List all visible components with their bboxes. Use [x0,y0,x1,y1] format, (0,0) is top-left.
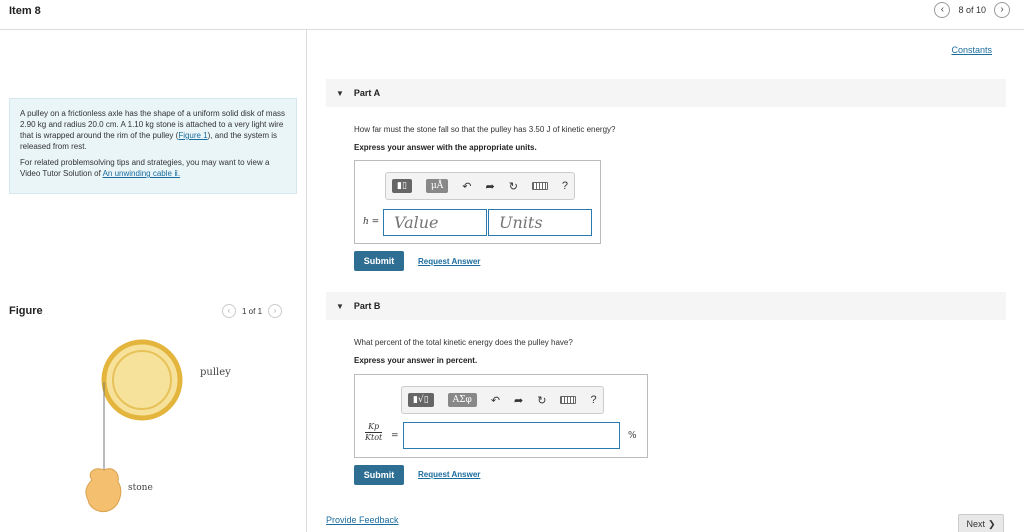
figure-page-count: 1 of 1 [242,306,263,316]
help-icon[interactable]: ? [590,394,596,406]
video-tutor-link[interactable]: An unwinding cable [103,169,172,178]
value-input[interactable] [383,209,487,236]
part-b-submit-button[interactable]: Submit [354,465,404,485]
collapse-caret-icon[interactable]: ▼ [336,89,344,98]
next-figure-button[interactable]: › [268,304,283,318]
problem-statement: A pulley on a frictionless axle has the … [9,98,297,194]
h-variable-label: h = [363,217,380,227]
percent-input[interactable] [403,422,620,449]
undo-icon[interactable]: ↶ [491,394,500,407]
pulley-inner-ring [112,350,172,410]
stone-shape [85,468,122,513]
collapse-caret-icon[interactable]: ▼ [336,302,344,311]
redo-icon[interactable]: ➦ [485,180,494,193]
prev-figure-button[interactable]: ‹ [222,304,236,318]
keyboard-icon[interactable] [560,396,577,404]
chevron-right-icon: ❯ [987,518,996,529]
next-button[interactable]: Next ❯ [958,514,1004,532]
part-a-submit-button[interactable]: Submit [354,251,404,271]
reset-icon[interactable]: ↻ [537,394,546,407]
templates-icon[interactable]: ▮√▯ [408,393,434,407]
figure-link[interactable]: Figure 1 [178,131,207,140]
tips-text: For related problemsolving tips and stra… [20,158,270,178]
item-page-count: 8 of 10 [958,5,986,15]
undo-icon[interactable]: ↶ [462,180,471,193]
figure-pager: ‹ 1 of 1 › [222,304,283,318]
part-b-instruction: Express your answer in percent. [354,356,478,365]
units-tool-button[interactable]: μÅ [425,179,449,193]
part-b-request-answer-link[interactable]: Request Answer [418,470,480,479]
kinetic-energy-fraction: Kp Ktot [365,422,383,443]
reset-icon[interactable]: ↻ [509,180,518,193]
part-b-answer-box: ▮√▯ ΑΣφ ↶ ➦ ↻ ? Kp Ktot = % [354,374,648,458]
redo-icon[interactable]: ➦ [514,394,523,407]
part-b-header[interactable]: ▼ Part B [326,292,1006,320]
item-title: Item 8 [9,5,41,17]
column-divider [306,30,307,532]
provide-feedback-link[interactable]: Provide Feedback [326,515,399,525]
part-a-answer-box: ▮▯ μÅ ↶ ➦ ↻ ? h = [354,160,601,244]
top-bar: Item 8 ‹ 8 of 10 › [0,0,1024,30]
item-pager: ‹ 8 of 10 › [934,2,1010,18]
constants-link[interactable]: Constants [951,45,992,55]
percent-unit: % [628,431,637,441]
problem-text: A pulley on a frictionless axle has the … [20,109,286,151]
pulley-figure: pulley stone [85,339,231,513]
part-a-header[interactable]: ▼ Part A [326,79,1006,107]
pulley-label: pulley [200,367,231,378]
next-item-button[interactable]: › [994,2,1010,18]
templates-icon[interactable]: ▮▯ [392,179,412,193]
part-a-toolbar: ▮▯ μÅ ↶ ➦ ↻ ? [385,172,576,200]
video-link-icon[interactable]: ⅱ. [172,169,180,178]
help-icon[interactable]: ? [562,180,568,192]
greek-tool-button[interactable]: ΑΣφ [447,393,477,407]
fraction-numerator: Kp [368,422,380,431]
figure-title: Figure [9,305,43,317]
equals-sign: = [391,431,399,441]
part-b-question: What percent of the total kinetic energy… [354,338,573,347]
keyboard-icon[interactable] [531,182,548,190]
next-button-label: Next [966,519,985,529]
fraction-denominator: Ktot [365,432,383,442]
part-a-instruction: Express your answer with the appropriate… [354,143,537,152]
part-b-label: Part B [353,301,381,311]
part-a-request-answer-link[interactable]: Request Answer [418,257,480,266]
stone-label: stone [128,483,153,493]
part-a-label: Part A [353,88,381,98]
prev-item-button[interactable]: ‹ [934,2,951,18]
part-a-question: How far must the stone fall so that the … [354,125,616,134]
part-b-toolbar: ▮√▯ ΑΣφ ↶ ➦ ↻ ? [401,386,604,414]
units-input[interactable] [488,209,592,236]
